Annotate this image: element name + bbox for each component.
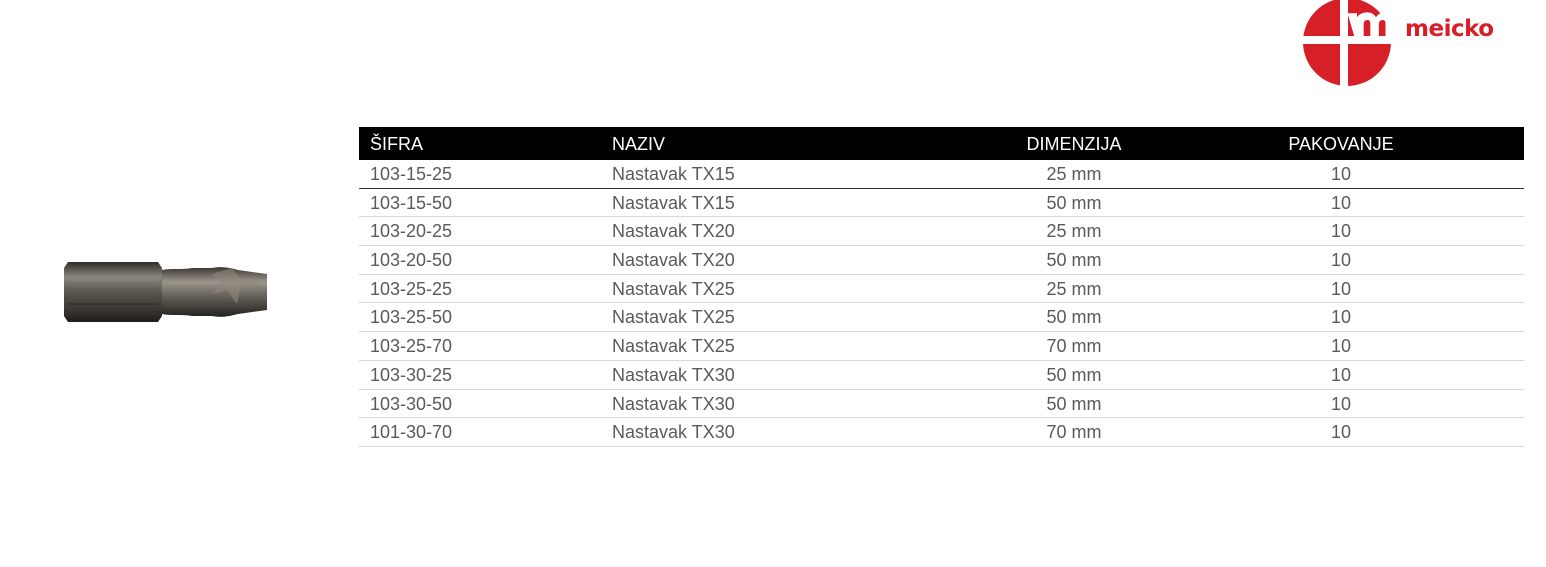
table-row: 101-30-70 Nastavak TX30 70 mm 10 — [359, 418, 1524, 447]
cell-naziv: Nastavak TX20 — [612, 250, 735, 271]
table-row: 103-25-25 Nastavak TX25 25 mm 10 — [359, 275, 1524, 304]
cell-dimenzija: 50 mm — [1046, 364, 1102, 385]
cell-dimenzija: 25 mm — [1046, 164, 1102, 184]
cell-sifra: 103-20-25 — [370, 221, 453, 242]
cell-pakovanje: 10 — [1330, 307, 1352, 328]
cell-sifra: 103-20-50 — [370, 250, 453, 271]
cell-naziv: Nastavak TX30 — [612, 422, 735, 443]
table-row: 103-15-25 Nastavak TX15 25 mm 10 — [359, 160, 1524, 189]
cell-sifra: 103-15-25 — [370, 164, 453, 184]
table-row: 103-25-50 Nastavak TX25 50 mm 10 — [359, 303, 1524, 333]
header-dimenzija: DIMENZIJA — [1026, 134, 1122, 154]
cell-sifra: 103-30-25 — [370, 364, 453, 385]
cell-dimenzija: 70 mm — [1046, 336, 1102, 357]
cell-sifra: 103-25-70 — [370, 336, 453, 357]
cell-dimenzija: 50 mm — [1046, 307, 1102, 328]
cell-naziv: Nastavak TX25 — [612, 307, 735, 328]
cell-naziv: Nastavak TX25 — [612, 336, 735, 357]
table-row: 103-20-50 Nastavak TX20 50 mm 10 — [359, 246, 1524, 275]
cell-dimenzija: 50 mm — [1046, 192, 1102, 213]
cell-naziv: Nastavak TX15 — [612, 164, 735, 184]
cell-sifra: 103-30-50 — [370, 393, 453, 414]
product-image — [62, 260, 272, 324]
brand-name: meicko — [1405, 16, 1494, 42]
cell-pakovanje: 10 — [1330, 422, 1352, 443]
meicko-logo-icon — [1302, 0, 1394, 86]
cell-pakovanje: 10 — [1330, 364, 1352, 385]
cell-dimenzija: 25 mm — [1046, 221, 1102, 242]
cell-naziv: Nastavak TX30 — [612, 393, 735, 414]
table-row: 103-30-25 Nastavak TX30 50 mm 10 — [359, 361, 1524, 390]
table-header: ŠIFRA NAZIV DIMENZIJA PAKOVANJE — [359, 127, 1524, 160]
torx-bit-icon — [64, 262, 267, 322]
table-row: 103-30-50 Nastavak TX30 50 mm 10 — [359, 390, 1524, 419]
header-pakovanje: PAKOVANJE — [1288, 134, 1394, 154]
cell-sifra: 103-25-25 — [370, 278, 453, 299]
cell-naziv: Nastavak TX20 — [612, 221, 735, 242]
cell-sifra: 101-30-70 — [370, 422, 453, 443]
cell-sifra: 103-25-50 — [370, 307, 453, 328]
table-row: 103-25-70 Nastavak TX25 70 mm 10 — [359, 332, 1524, 361]
cell-dimenzija: 50 mm — [1046, 393, 1102, 414]
cell-pakovanje: 10 — [1330, 164, 1352, 184]
header-sifra: ŠIFRA — [370, 134, 424, 154]
cell-sifra: 103-15-50 — [370, 192, 453, 213]
product-table: ŠIFRA NAZIV DIMENZIJA PAKOVANJE 103-15-2… — [359, 127, 1524, 447]
cell-dimenzija: 25 mm — [1046, 278, 1102, 299]
cell-dimenzija: 50 mm — [1046, 250, 1102, 271]
cell-pakovanje: 10 — [1330, 221, 1352, 242]
header-naziv: NAZIV — [612, 134, 666, 154]
table-row: 103-20-25 Nastavak TX20 25 mm 10 — [359, 217, 1524, 247]
table-row: 103-15-50 Nastavak TX15 50 mm 10 — [359, 189, 1524, 218]
cell-pakovanje: 10 — [1330, 250, 1352, 271]
cell-pakovanje: 10 — [1330, 336, 1352, 357]
cell-pakovanje: 10 — [1330, 192, 1352, 213]
cell-pakovanje: 10 — [1330, 278, 1352, 299]
cell-pakovanje: 10 — [1330, 393, 1352, 414]
cell-naziv: Nastavak TX25 — [612, 278, 735, 299]
cell-dimenzija: 70 mm — [1046, 422, 1102, 443]
cell-naziv: Nastavak TX30 — [612, 364, 735, 385]
cell-naziv: Nastavak TX15 — [612, 192, 735, 213]
brand-logo: meicko — [1302, 0, 1522, 86]
